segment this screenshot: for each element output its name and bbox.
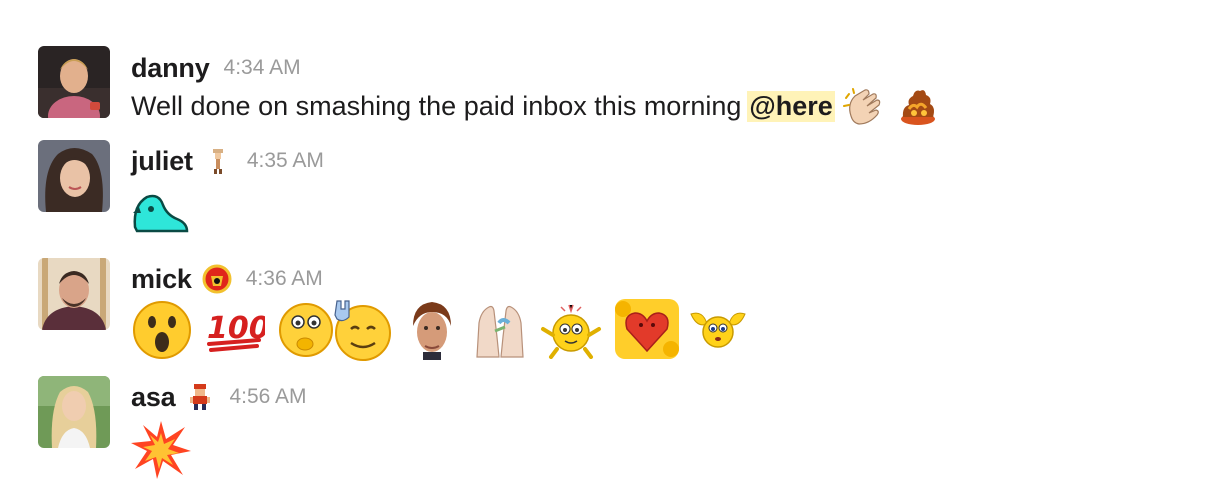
timestamp[interactable]: 4:36 AM xyxy=(246,267,323,291)
avatar-asa[interactable] xyxy=(38,376,110,448)
rock-on-face-emoji xyxy=(329,297,395,361)
author-name[interactable]: juliet xyxy=(131,146,193,177)
author-name[interactable]: danny xyxy=(131,53,210,84)
pixel-character-icon[interactable] xyxy=(185,382,215,412)
pixel-figure-icon[interactable] xyxy=(203,146,233,176)
message-text: Well done on smashing the paid inbox thi… xyxy=(131,90,742,121)
surprised-face-emoji xyxy=(131,298,193,360)
thinking-face-emoji xyxy=(275,298,337,360)
timestamp[interactable]: 4:35 AM xyxy=(247,149,324,173)
author-name[interactable]: asa xyxy=(131,382,176,413)
fire-cake-emoji xyxy=(897,85,939,127)
hundred-points-emoji: 100 xyxy=(203,298,265,360)
avatar-mick[interactable] xyxy=(38,258,110,330)
parrot-emoji xyxy=(131,191,189,235)
timestamp[interactable]: 4:34 AM xyxy=(224,56,301,80)
author-name[interactable]: mick xyxy=(131,264,192,295)
praying-hands-emoji xyxy=(469,297,531,361)
avatar-danny[interactable] xyxy=(38,46,110,118)
collision-emoji xyxy=(131,419,191,479)
avatar-juliet[interactable] xyxy=(38,140,110,212)
timestamp[interactable]: 4:56 AM xyxy=(229,385,306,409)
flying-smiley-emoji xyxy=(687,304,749,354)
cheering-smiley-emoji xyxy=(539,299,603,359)
here-mention[interactable]: @here xyxy=(747,90,835,122)
heart-smiley-emoji xyxy=(613,297,681,361)
manchester-united-crest-icon[interactable] xyxy=(202,264,232,294)
rick-astley-face-emoji xyxy=(403,298,461,360)
clapping-hands-emoji xyxy=(842,86,887,126)
